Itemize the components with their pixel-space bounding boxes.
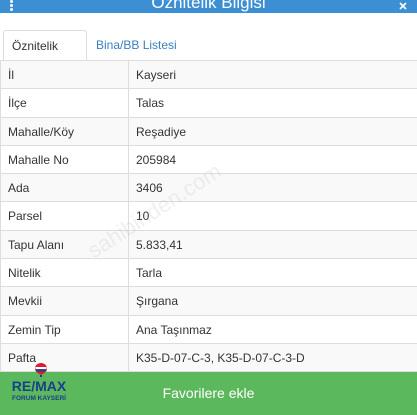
table-row: Ada 3406: [0, 174, 417, 203]
row-key: Pafta: [1, 343, 129, 372]
table-row: İl Kayseri: [0, 61, 417, 90]
row-value: Kayseri: [136, 68, 177, 82]
row-key: Mevkii: [1, 287, 129, 315]
row-key: Tapu Alanı: [1, 230, 129, 259]
row-value: Reşadiye: [136, 124, 187, 139]
row-value: 205984: [136, 152, 177, 167]
table-row: Mahalle No 205984: [0, 145, 417, 175]
row-value: 3406: [136, 181, 163, 196]
table-row: İlçe Talas: [0, 89, 417, 118]
row-key: Mahalle/Köy: [1, 117, 129, 145]
row-key: Ada: [1, 174, 129, 202]
footer-bar: Favorilere ekle: [0, 372, 417, 415]
row-key: Zemin Tip: [1, 315, 129, 343]
row-value: Ana Taşınmaz: [136, 322, 212, 337]
row-key: Parsel: [1, 202, 129, 230]
row-value: K35-D-07-C-3, K35-D-07-C-3-D: [136, 350, 305, 365]
add-to-favorites-button[interactable]: Favorilere ekle: [0, 372, 417, 415]
dialog-header: Öznitelik Bilgisi: [0, 0, 417, 13]
table-row: Nitelik Tarla: [0, 259, 417, 288]
row-value: Tarla: [136, 266, 163, 281]
table-row: Pafta K35-D-07-C-3, K35-D-07-C-3-D: [0, 343, 417, 373]
row-key: Mahalle No: [1, 145, 129, 174]
row-value: 5.833,41: [136, 237, 183, 252]
tab-attribute-info[interactable]: Öznitelik Bilgisi: [3, 30, 87, 84]
table-row: Tapu Alanı 5.833,41: [0, 230, 417, 260]
row-value: 10: [136, 209, 150, 224]
table-row: Mahalle/Köy Reşadiye: [0, 117, 417, 146]
tab-bar: Öznitelik Bilgisi Bina/BB Listesi: [0, 30, 417, 84]
row-key: Nitelik: [1, 259, 129, 287]
table-row: Parsel 10: [0, 202, 417, 231]
row-value: Talas: [136, 96, 165, 111]
table-row: Zemin Tip Ana Taşınmaz: [0, 315, 417, 344]
tab-building-list[interactable]: Bina/BB Listesi: [88, 30, 185, 62]
table-row: Mevkii Şırgana: [0, 287, 417, 316]
row-key: İlçe: [1, 89, 129, 117]
close-icon[interactable]: [399, 2, 407, 10]
dialog-title: Öznitelik Bilgisi: [151, 0, 266, 12]
row-value: Şırgana: [136, 294, 179, 309]
attribute-table: İl Kayseri İlçe Talas Mahalle/Köy Reşadi…: [0, 60, 417, 373]
row-key: İl: [1, 61, 129, 89]
